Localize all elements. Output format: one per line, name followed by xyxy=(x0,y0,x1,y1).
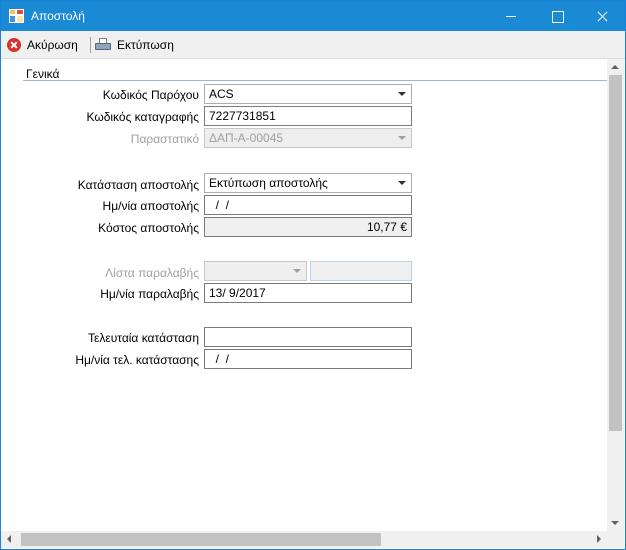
shipment-date-label: Ημ/νία αποστολής xyxy=(102,199,199,213)
title-bar: Αποστολή xyxy=(1,1,625,31)
window-title: Αποστολή xyxy=(31,9,85,23)
toolbar-separator xyxy=(90,37,91,53)
horizontal-scrollbar[interactable] xyxy=(1,531,607,548)
last-status-field[interactable] xyxy=(204,327,412,347)
voucher-combo[interactable]: ΔΑΠ-Α-00045 xyxy=(204,128,412,148)
scrollbar-corner xyxy=(607,531,624,548)
shipment-status-value: Εκτύπωση αποστολής xyxy=(209,176,328,190)
shipment-status-combo[interactable]: Εκτύπωση αποστολής xyxy=(204,173,412,193)
scroll-left-icon[interactable] xyxy=(7,535,11,543)
section-header: Γενικά xyxy=(23,65,607,81)
vertical-scrollbar[interactable] xyxy=(607,59,624,531)
scroll-right-icon[interactable] xyxy=(597,535,601,543)
provider-code-combo[interactable]: ACS xyxy=(204,84,412,104)
shipment-window: Αποστολή Ακύρωση Εκτύπωση Γενικά Κωδικός… xyxy=(0,0,626,550)
shipment-cost-field: 10,77 € xyxy=(204,217,412,237)
receipt-list-field[interactable] xyxy=(310,261,412,281)
vertical-scroll-thumb[interactable] xyxy=(609,75,622,431)
voucher-label: Παραστατικό xyxy=(130,132,199,146)
last-status-date-field[interactable]: / / xyxy=(204,349,412,369)
general-panel: Γενικά Κωδικός Παρόχου ACS Κωδικός καταγ… xyxy=(23,65,607,529)
section-title: Γενικά xyxy=(26,67,60,81)
print-button[interactable]: Εκτύπωση xyxy=(95,35,174,55)
minimize-button[interactable] xyxy=(488,1,534,31)
shipment-status-label: Κατάσταση αποστολής xyxy=(77,178,199,192)
shipment-cost-label: Κόστος αποστολής xyxy=(98,221,199,235)
app-icon xyxy=(9,9,24,23)
cancel-label: Ακύρωση xyxy=(27,38,78,52)
chevron-down-icon xyxy=(398,181,406,185)
registration-code-field[interactable]: 7227731851 xyxy=(204,106,412,126)
cancel-button[interactable]: Ακύρωση xyxy=(7,35,78,55)
provider-code-value: ACS xyxy=(209,87,234,101)
registration-code-label: Κωδικός καταγραφής xyxy=(86,110,199,124)
receipt-date-label: Ημ/νία παραλαβής xyxy=(100,287,199,301)
scroll-up-icon[interactable] xyxy=(611,65,619,69)
last-status-date-label: Ημ/νία τελ. κατάστασης xyxy=(75,353,199,367)
provider-code-label: Κωδικός Παρόχου xyxy=(102,88,199,102)
receipt-date-field[interactable]: 13/ 9/2017 xyxy=(204,283,412,303)
print-label: Εκτύπωση xyxy=(117,38,174,52)
chevron-down-icon xyxy=(398,92,406,96)
voucher-value: ΔΑΠ-Α-00045 xyxy=(209,131,284,145)
chevron-down-icon xyxy=(293,269,301,273)
toolbar: Ακύρωση Εκτύπωση xyxy=(1,31,625,59)
cancel-icon xyxy=(7,38,21,52)
chevron-down-icon xyxy=(398,136,406,140)
printer-icon xyxy=(95,38,111,52)
horizontal-scroll-thumb[interactable] xyxy=(21,533,381,546)
maximize-button[interactable] xyxy=(534,1,580,31)
receipt-list-combo[interactable] xyxy=(204,261,307,281)
scroll-down-icon[interactable] xyxy=(611,521,619,525)
receipt-list-label: Λίστα παραλαβής xyxy=(105,266,199,280)
close-button[interactable] xyxy=(579,1,625,31)
shipment-date-field[interactable]: / / xyxy=(204,195,412,215)
last-status-label: Τελευταία κατάσταση xyxy=(87,331,199,345)
